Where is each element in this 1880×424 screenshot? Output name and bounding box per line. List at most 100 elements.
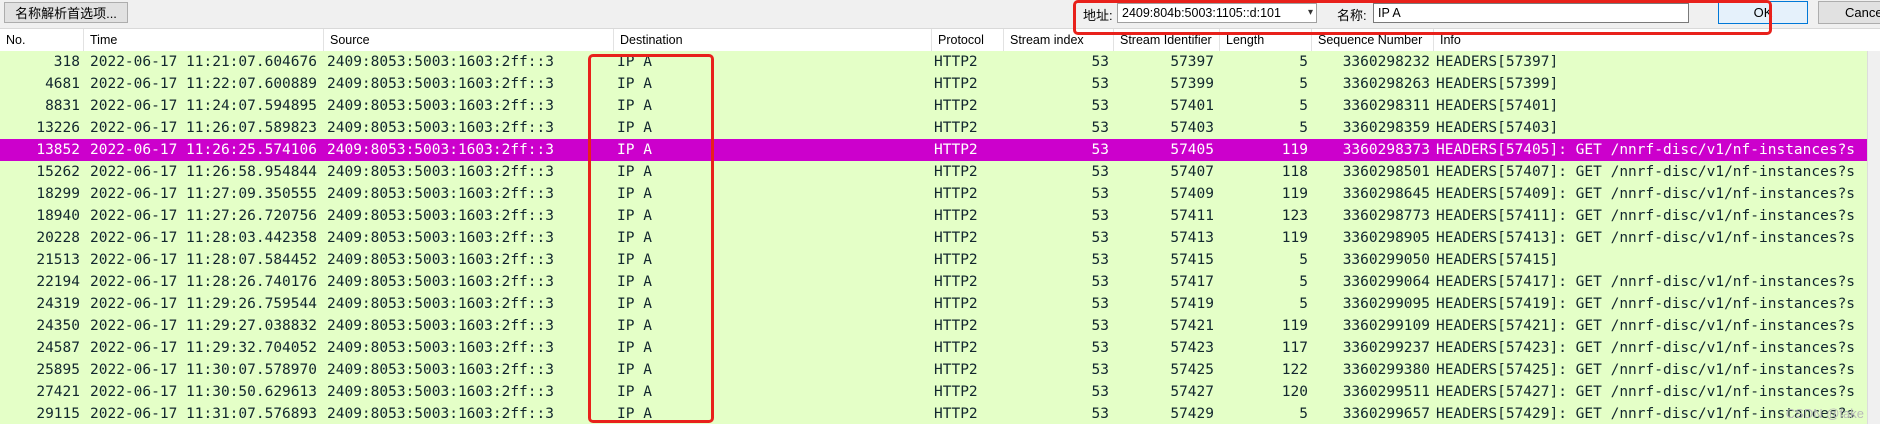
cancel-button[interactable]: Cancel [1818, 1, 1880, 24]
column-header-info[interactable]: Info [1434, 29, 1868, 51]
column-header-protocol[interactable]: Protocol [932, 29, 1004, 51]
cell-protocol: HTTP2 [934, 120, 978, 136]
cell-sequence-number: 3360298905 [1342, 230, 1430, 246]
address-value: 2409:804b:5003:1105::d:101 [1122, 6, 1281, 20]
column-header-destination[interactable]: Destination [614, 29, 932, 51]
watermark: CSDN @fake [1785, 406, 1864, 421]
cell-stream-identifier: 57419 [1170, 296, 1214, 312]
cell-length: 117 [1281, 340, 1308, 356]
cell-sequence-number: 3360299050 [1342, 252, 1430, 268]
cell-protocol: HTTP2 [934, 406, 978, 422]
column-header-stream-identifier[interactable]: Stream Identifier [1114, 29, 1220, 51]
cell-stream-identifier: 57417 [1170, 274, 1214, 290]
packet-row[interactable]: 29115 2022-06-17 11:31:07.576893 2409:8053… [0, 403, 1868, 424]
cell-no: 15262 [36, 164, 80, 180]
packet-row[interactable]: 15262 2022-06-17 11:26:58.954844 2409:8053… [0, 161, 1868, 183]
cell-time: 2022-06-17 11:28:26.740176 [90, 274, 317, 290]
cell-stream-index: 53 [1091, 54, 1109, 70]
cell-sequence-number: 3360298263 [1342, 76, 1430, 92]
cell-info: HEADERS[57413]: GET /nnrf-disc/v1/nf-ins… [1436, 230, 1856, 246]
cell-stream-identifier: 57403 [1170, 120, 1214, 136]
cell-destination: IP A [617, 120, 652, 136]
cell-stream-identifier: 57429 [1170, 406, 1214, 422]
packet-row[interactable]: 24350 2022-06-17 11:29:27.038832 2409:8053… [0, 315, 1868, 337]
cell-no: 4681 [45, 76, 80, 92]
packet-row[interactable]: 27421 2022-06-17 11:30:50.629613 2409:8053… [0, 381, 1868, 403]
packet-row[interactable]: 318 2022-06-17 11:21:07.604676 2409:8053:5… [0, 51, 1868, 73]
cell-info: HEADERS[57415] [1436, 252, 1559, 268]
cell-protocol: HTTP2 [934, 208, 978, 224]
cell-length: 123 [1281, 208, 1308, 224]
vertical-scrollbar[interactable] [1867, 51, 1880, 424]
packet-row[interactable]: 24319 2022-06-17 11:29:26.759544 2409:8053… [0, 293, 1868, 315]
column-header-length[interactable]: Length [1220, 29, 1312, 51]
packet-row[interactable]: 8831 2022-06-17 11:24:07.594895 2409:8053:… [0, 95, 1868, 117]
packet-row[interactable]: 20228 2022-06-17 11:28:03.442358 2409:8053… [0, 227, 1868, 249]
packet-row[interactable]: 18299 2022-06-17 11:27:09.350555 2409:8053… [0, 183, 1868, 205]
packet-row[interactable]: 13226 2022-06-17 11:26:07.589823 2409:8053… [0, 117, 1868, 139]
cell-stream-identifier: 57401 [1170, 98, 1214, 114]
packet-row[interactable]: 24587 2022-06-17 11:29:32.704052 2409:8053… [0, 337, 1868, 359]
cell-length: 119 [1281, 230, 1308, 246]
cell-source: 2409:8053:5003:1603:2ff::3 [327, 186, 554, 202]
cell-source: 2409:8053:5003:1603:2ff::3 [327, 142, 554, 158]
cell-no: 13852 [36, 142, 80, 158]
cell-destination: IP A [617, 230, 652, 246]
cell-sequence-number: 3360299380 [1342, 362, 1430, 378]
cell-stream-index: 53 [1091, 252, 1109, 268]
cell-sequence-number: 3360299657 [1342, 406, 1430, 422]
column-header-stream-index[interactable]: Stream index [1004, 29, 1114, 51]
packet-row[interactable]: 13852 2022-06-17 11:26:25.574106 2409:8053… [0, 139, 1868, 161]
cell-source: 2409:8053:5003:1603:2ff::3 [327, 252, 554, 268]
name-input[interactable] [1373, 3, 1689, 23]
cell-source: 2409:8053:5003:1603:2ff::3 [327, 406, 554, 422]
cell-destination: IP A [617, 296, 652, 312]
cell-no: 18299 [36, 186, 80, 202]
cell-info: HEADERS[57419]: GET /nnrf-disc/v1/nf-ins… [1436, 296, 1856, 312]
cell-destination: IP A [617, 186, 652, 202]
cell-stream-identifier: 57407 [1170, 164, 1214, 180]
cell-length: 5 [1299, 120, 1308, 136]
cell-info: HEADERS[57407]: GET /nnrf-disc/v1/nf-ins… [1436, 164, 1856, 180]
name-label: 名称: [1337, 8, 1367, 23]
cell-sequence-number: 3360299237 [1342, 340, 1430, 356]
cell-stream-identifier: 57413 [1170, 230, 1214, 246]
cell-sequence-number: 3360298373 [1342, 142, 1430, 158]
cell-protocol: HTTP2 [934, 384, 978, 400]
column-header-sequence-number[interactable]: Sequence Number [1312, 29, 1434, 51]
cell-stream-identifier: 57397 [1170, 54, 1214, 70]
packet-row[interactable]: 21513 2022-06-17 11:28:07.584452 2409:8053… [0, 249, 1868, 271]
cell-no: 29115 [36, 406, 80, 422]
cell-time: 2022-06-17 11:26:25.574106 [90, 142, 317, 158]
cell-sequence-number: 3360299511 [1342, 384, 1430, 400]
address-combobox[interactable]: 2409:804b:5003:1105::d:101 ▾ [1117, 3, 1317, 23]
cell-source: 2409:8053:5003:1603:2ff::3 [327, 274, 554, 290]
ok-button[interactable]: OK [1718, 1, 1808, 24]
packet-row[interactable]: 22194 2022-06-17 11:28:26.740176 2409:8053… [0, 271, 1868, 293]
cell-destination: IP A [617, 274, 652, 290]
cell-stream-index: 53 [1091, 142, 1109, 158]
cell-info: HEADERS[57427]: GET /nnrf-disc/v1/nf-ins… [1436, 384, 1856, 400]
cell-destination: IP A [617, 208, 652, 224]
packet-row[interactable]: 18940 2022-06-17 11:27:26.720756 2409:8053… [0, 205, 1868, 227]
cell-sequence-number: 3360298501 [1342, 164, 1430, 180]
cell-no: 24350 [36, 318, 80, 334]
cell-destination: IP A [617, 98, 652, 114]
packet-row[interactable]: 25895 2022-06-17 11:30:07.578970 2409:8053… [0, 359, 1868, 381]
cell-protocol: HTTP2 [934, 340, 978, 356]
cell-source: 2409:8053:5003:1603:2ff::3 [327, 340, 554, 356]
packet-list-header: No. Time Source Destination Protocol Str… [0, 29, 1880, 52]
column-header-time[interactable]: Time [84, 29, 324, 51]
cell-no: 20228 [36, 230, 80, 246]
cell-protocol: HTTP2 [934, 362, 978, 378]
column-header-no[interactable]: No. [0, 29, 84, 51]
cell-length: 120 [1281, 384, 1308, 400]
cell-sequence-number: 3360299095 [1342, 296, 1430, 312]
name-resolution-preferences-button[interactable]: 名称解析首选项... [4, 2, 128, 23]
packet-row[interactable]: 4681 2022-06-17 11:22:07.600889 2409:8053:… [0, 73, 1868, 95]
chevron-down-icon[interactable]: ▾ [1308, 4, 1313, 22]
cell-stream-index: 53 [1091, 186, 1109, 202]
cell-stream-index: 53 [1091, 230, 1109, 246]
cell-length: 119 [1281, 142, 1308, 158]
column-header-source[interactable]: Source [324, 29, 614, 51]
